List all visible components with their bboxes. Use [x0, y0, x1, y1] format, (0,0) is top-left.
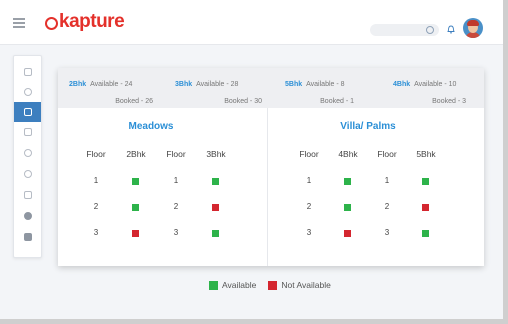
group-icon: [23, 149, 32, 157]
menu-icon[interactable]: [13, 18, 25, 28]
summary-available: Available - 28: [196, 81, 239, 88]
floor-number: 1: [173, 176, 179, 185]
sidebar-item-home[interactable]: [14, 62, 41, 82]
app-window: kapture 2BhkAvailable - 24 Booked - 26: [0, 0, 508, 324]
availability-card: 2Bhk Available - 24 Booked - 26 3Bhk Avail…: [58, 68, 484, 266]
summary-available: Available - 24: [90, 81, 133, 88]
villa-header: Floor: [299, 149, 319, 159]
top-bar: kapture: [0, 0, 503, 45]
edit-icon: [23, 128, 32, 136]
available-indicator[interactable]: [422, 230, 429, 237]
summary-available: Available - 8: [306, 81, 345, 88]
villa-header: 4Bhk: [338, 149, 358, 159]
upload-icon: [23, 212, 32, 220]
floor-number: 3: [384, 228, 390, 237]
legend: Available Not Available: [209, 280, 331, 290]
section-divider: [267, 108, 268, 266]
legend-not-available: Not Available: [281, 280, 331, 290]
summary-unit-name: 4Bhk: [393, 81, 411, 88]
summary-unit-name: 5Bhk: [285, 81, 303, 88]
summary-booked: Booked - 1: [320, 98, 354, 105]
summary-2bhk: 2Bhk Available - 24 Booked - 26: [69, 76, 153, 110]
floor-number: 3: [93, 228, 99, 237]
search-icon[interactable]: [426, 26, 434, 34]
sidebar-item-documents[interactable]: [14, 102, 41, 122]
sidebar-item-edit[interactable]: [14, 122, 41, 142]
floor-number: 2: [306, 202, 312, 211]
sidebar-item-group[interactable]: [14, 143, 41, 163]
floor-number: 1: [384, 176, 390, 185]
floor-number: 1: [93, 176, 99, 185]
floor-number: 2: [93, 202, 99, 211]
meadows-header: Floor: [166, 149, 186, 159]
available-indicator[interactable]: [212, 230, 219, 237]
meadows-header: 3Bhk: [206, 149, 226, 159]
available-indicator[interactable]: [212, 178, 219, 185]
summary-available: Available - 10: [414, 81, 457, 88]
villa-title: Villa/ Palms: [340, 121, 396, 132]
floor-number: 3: [173, 228, 179, 237]
sidebar-item-upload[interactable]: [14, 206, 41, 226]
user-icon: [23, 88, 32, 96]
summary-booked: Booked - 30: [224, 98, 262, 105]
settings-icon: [23, 170, 32, 178]
summary-4bhk: 4Bhk Available - 10 Booked - 3: [393, 76, 466, 110]
sidebar-item-save[interactable]: [14, 227, 41, 247]
floor-number: 2: [384, 202, 390, 211]
summary-booked: Booked - 26: [115, 98, 153, 105]
available-indicator[interactable]: [132, 178, 139, 185]
available-indicator[interactable]: [344, 204, 351, 211]
available-indicator[interactable]: [422, 178, 429, 185]
save-icon: [23, 233, 32, 241]
home-icon: [23, 68, 32, 76]
legend-available: Available: [222, 280, 257, 290]
available-swatch: [209, 280, 218, 290]
not-available-indicator[interactable]: [132, 230, 139, 237]
summary-unit-name: 2Bhk: [69, 81, 87, 88]
summary-5bhk: 5Bhk Available - 8 Booked - 1: [285, 76, 354, 110]
summary-bar: 2Bhk Available - 24 Booked - 26 3Bhk Avail…: [58, 68, 484, 108]
not-available-indicator[interactable]: [212, 204, 219, 211]
meadows-header: Floor: [86, 149, 106, 159]
not-available-swatch: [268, 280, 278, 290]
floor-number: 1: [306, 176, 312, 185]
summary-3bhk: 3Bhk Available - 28 Booked - 30: [175, 76, 262, 110]
sidebar-item-monitor[interactable]: [14, 185, 41, 205]
bell-icon[interactable]: [447, 25, 455, 34]
not-available-indicator[interactable]: [344, 230, 351, 237]
brand-logo[interactable]: kapture: [45, 11, 125, 33]
sidebar: [13, 55, 42, 258]
logo-mark-icon: [45, 16, 58, 30]
document-icon: [23, 108, 32, 116]
floor-number: 2: [173, 202, 179, 211]
not-available-indicator[interactable]: [422, 204, 429, 211]
search-input[interactable]: [370, 24, 439, 36]
avatar[interactable]: [463, 18, 483, 38]
summary-unit-name: 3Bhk: [175, 81, 193, 88]
meadows-header: 2Bhk: [126, 149, 146, 159]
sidebar-item-user[interactable]: [14, 82, 41, 102]
monitor-icon: [23, 191, 32, 199]
villa-header: Floor: [377, 149, 397, 159]
villa-header: 5Bhk: [416, 149, 436, 159]
available-indicator[interactable]: [344, 178, 351, 185]
meadows-title: Meadows: [128, 121, 174, 132]
summary-booked: Booked - 3: [432, 98, 466, 105]
available-indicator[interactable]: [132, 204, 139, 211]
brand-name: kapture: [59, 11, 125, 32]
floor-number: 3: [306, 228, 312, 237]
sidebar-item-settings[interactable]: [14, 164, 41, 184]
